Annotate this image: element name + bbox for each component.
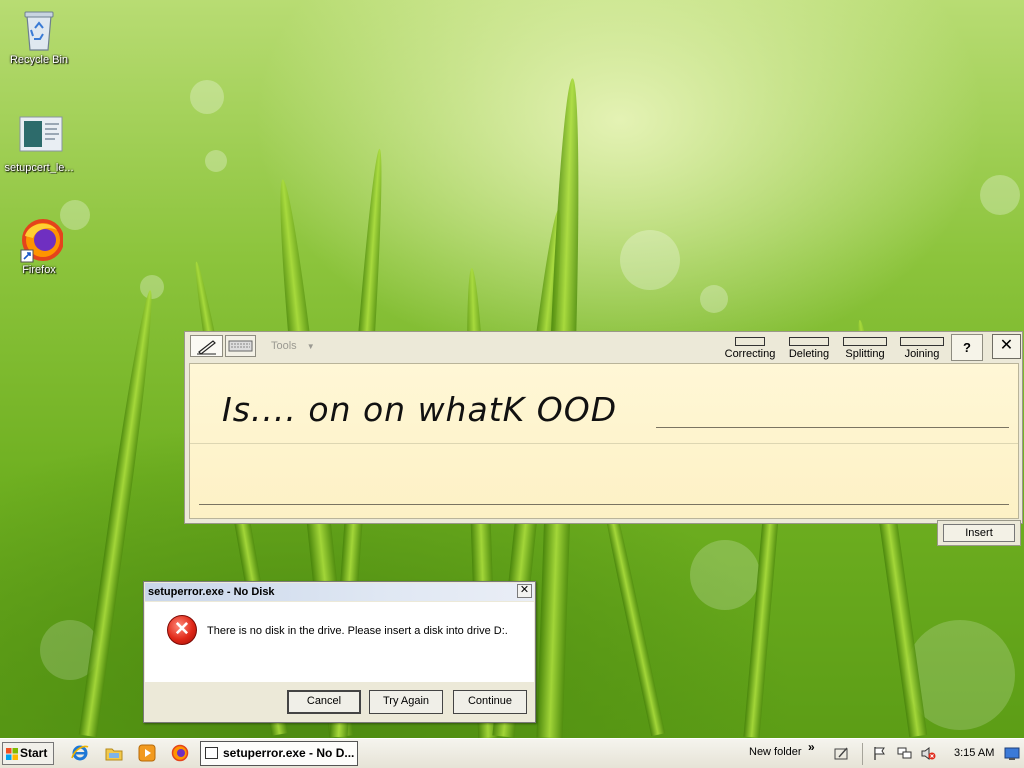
internet-explorer-icon[interactable] xyxy=(71,744,89,762)
writing-line xyxy=(656,427,1009,428)
bokeh-light xyxy=(205,150,227,172)
action-center-flag-icon[interactable] xyxy=(872,746,887,761)
correcting-icon xyxy=(735,337,765,346)
try-again-button[interactable]: Try Again xyxy=(369,690,443,714)
windows-logo-icon xyxy=(6,748,18,760)
dialog-close-button[interactable]: ✕ xyxy=(517,584,532,598)
tablet-input-panel: Tools ▼ Correcting Deleting Splitting Joi… xyxy=(184,331,1023,524)
tip-toolbar: Tools ▼ Correcting Deleting Splitting Joi… xyxy=(185,332,1022,363)
insert-button[interactable]: Insert xyxy=(937,520,1021,546)
desktop-icon-setupcert[interactable]: setupcert_le... xyxy=(0,116,78,174)
desktop-icon-label: setupcert_le... xyxy=(4,162,74,174)
dialog-body: ✕ There is no disk in the drive. Please … xyxy=(145,602,534,682)
chevron-down-icon: ▼ xyxy=(306,342,315,351)
close-icon: ✕ xyxy=(999,337,1014,354)
joining-button[interactable]: Joining xyxy=(896,334,948,362)
tablet-pen-icon[interactable] xyxy=(834,746,849,761)
media-player-icon[interactable] xyxy=(138,744,156,762)
bokeh-light xyxy=(620,230,680,290)
joining-icon xyxy=(900,337,944,346)
tools-menu[interactable]: Tools ▼ xyxy=(271,340,315,352)
writing-line xyxy=(199,504,1009,505)
firefox-taskbar-icon[interactable] xyxy=(171,744,189,762)
splitting-label: Splitting xyxy=(845,348,885,360)
firefox-icon xyxy=(19,218,64,263)
volume-muted-icon[interactable] xyxy=(921,746,936,761)
taskbar: Start setuperror.exe - No D... New folde… xyxy=(0,738,1024,768)
desktop-icon-label: Recycle Bin xyxy=(9,54,69,66)
correcting-label: Correcting xyxy=(724,348,776,360)
bokeh-light xyxy=(690,540,760,610)
certificate-file-icon xyxy=(19,116,63,160)
network-icon[interactable] xyxy=(897,746,912,761)
dialog-title: setuperror.exe - No Disk xyxy=(145,583,534,601)
desktop-icon-recycle-bin[interactable]: Recycle Bin xyxy=(0,8,78,66)
continue-button[interactable]: Continue xyxy=(453,690,527,714)
insert-label: Insert xyxy=(943,524,1015,542)
desktop-icon-label: Firefox xyxy=(22,264,56,276)
keyboard-button[interactable] xyxy=(225,335,256,357)
keyboard-icon xyxy=(228,340,253,352)
bokeh-light xyxy=(140,275,164,299)
help-icon: ? xyxy=(963,340,971,355)
start-button[interactable]: Start xyxy=(2,742,54,765)
bokeh-light xyxy=(190,80,224,114)
new-folder-toolbar[interactable]: New folder xyxy=(749,746,802,758)
splitting-button[interactable]: Splitting xyxy=(839,334,891,362)
bokeh-light xyxy=(980,175,1020,215)
tray-separator xyxy=(862,743,863,765)
show-desktop-icon[interactable] xyxy=(1004,746,1020,761)
taskbar-button-label: setuperror.exe - No D... xyxy=(223,746,355,760)
handwriting-ink: Is.... on on whatK OOD xyxy=(222,390,618,429)
tip-close-button[interactable]: ✕ xyxy=(992,334,1021,359)
tools-menu-label: Tools xyxy=(271,340,297,352)
deleting-label: Deleting xyxy=(788,348,830,360)
close-icon: ✕ xyxy=(519,584,530,596)
cancel-button[interactable]: Cancel xyxy=(287,690,361,714)
help-button[interactable]: ? xyxy=(951,334,983,361)
clock[interactable]: 3:15 AM xyxy=(954,747,994,759)
toolbar-chevron-icon[interactable]: » xyxy=(808,740,815,754)
writing-pad-button[interactable] xyxy=(190,335,223,357)
error-message: There is no disk in the drive. Please in… xyxy=(207,625,508,637)
splitting-icon xyxy=(843,337,887,346)
start-label: Start xyxy=(20,746,48,760)
window-icon xyxy=(205,747,218,759)
desktop-icon-firefox[interactable]: Firefox xyxy=(0,218,78,276)
bokeh-light xyxy=(700,285,728,313)
file-explorer-icon[interactable] xyxy=(105,744,123,762)
correcting-button[interactable]: Correcting xyxy=(722,334,778,362)
pad-divider xyxy=(190,443,1018,444)
deleting-button[interactable]: Deleting xyxy=(782,334,836,362)
taskbar-button-setuperror[interactable]: setuperror.exe - No D... xyxy=(200,741,358,766)
recycle-bin-icon xyxy=(19,8,59,52)
pen-icon xyxy=(197,340,216,355)
no-disk-dialog: setuperror.exe - No Disk ✕ ✕ There is no… xyxy=(143,581,536,723)
deleting-icon xyxy=(789,337,829,346)
writing-pad[interactable]: Is.... on on whatK OOD xyxy=(189,363,1019,519)
error-icon: ✕ xyxy=(167,615,197,645)
joining-label: Joining xyxy=(904,348,940,360)
